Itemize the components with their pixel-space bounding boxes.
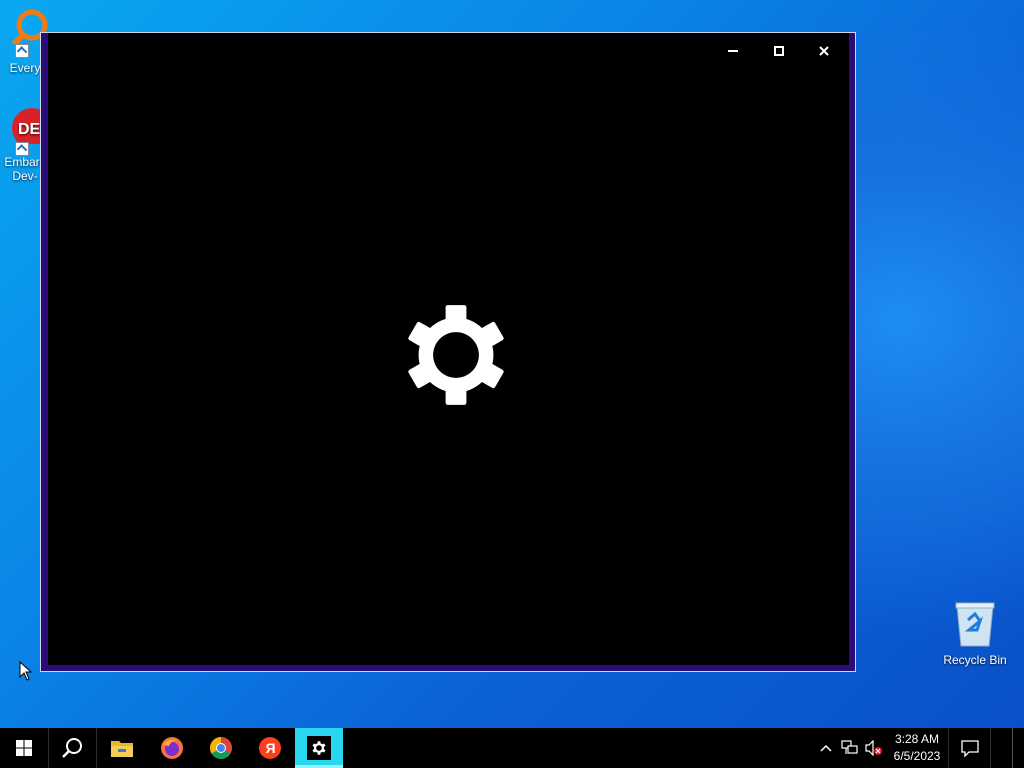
taskbar-settings-app[interactable] <box>295 728 343 768</box>
action-center-button[interactable] <box>950 728 990 768</box>
svg-text:DE: DE <box>18 121 41 138</box>
app-window[interactable] <box>40 32 856 672</box>
taskbar-separator <box>96 728 97 768</box>
svg-text:Я: Я <box>266 740 276 756</box>
windows-start-icon <box>16 740 32 756</box>
shortcut-arrow-icon <box>15 142 29 156</box>
desktop-icon-recycle-bin[interactable]: Recycle Bin <box>938 600 1012 667</box>
show-hidden-icons-button[interactable] <box>814 728 838 768</box>
firefox-icon <box>161 737 183 759</box>
maximize-button[interactable] <box>759 41 799 61</box>
volume-button[interactable] <box>862 728 886 768</box>
gear-icon <box>312 741 326 755</box>
close-icon <box>819 46 829 56</box>
taskbar-yandex[interactable]: Я <box>246 728 294 768</box>
mouse-cursor-icon <box>19 661 33 681</box>
volume-muted-icon <box>865 740 882 756</box>
search-button[interactable] <box>48 728 96 768</box>
taskbar-file-explorer[interactable] <box>98 728 146 768</box>
search-icon <box>62 738 82 758</box>
start-button[interactable] <box>0 728 48 768</box>
show-desktop-divider <box>1011 728 1013 768</box>
desktop-icon-label: Recycle Bin <box>943 653 1007 667</box>
clock-date: 6/5/2023 <box>893 749 941 763</box>
show-desktop-button[interactable] <box>1000 728 1024 768</box>
taskbar-firefox[interactable] <box>148 728 196 768</box>
shortcut-arrow-icon <box>15 44 29 58</box>
gear-icon <box>408 305 504 405</box>
chrome-icon <box>210 737 232 759</box>
maximize-icon <box>774 46 784 56</box>
clock-time: 3:28 AM <box>894 732 940 746</box>
notifications-icon <box>961 740 979 757</box>
taskbar: Я 3:28 AM 6/5/2023 <box>0 728 1024 768</box>
close-button[interactable] <box>804 41 844 61</box>
folder-icon <box>111 741 133 757</box>
recycle-bin-icon <box>955 602 995 647</box>
minimize-icon <box>728 50 738 52</box>
taskbar-chrome[interactable] <box>197 728 245 768</box>
minimize-button[interactable] <box>713 41 753 61</box>
network-icon <box>841 740 858 754</box>
taskbar-separator <box>990 728 991 768</box>
settings-app-icon-frame <box>307 736 331 760</box>
taskbar-separator <box>948 728 949 768</box>
network-button[interactable] <box>838 728 862 768</box>
chevron-up-icon <box>820 744 832 752</box>
taskbar-clock[interactable]: 3:28 AM 6/5/2023 <box>886 728 948 768</box>
window-content <box>48 33 849 665</box>
yandex-icon: Я <box>259 737 281 759</box>
